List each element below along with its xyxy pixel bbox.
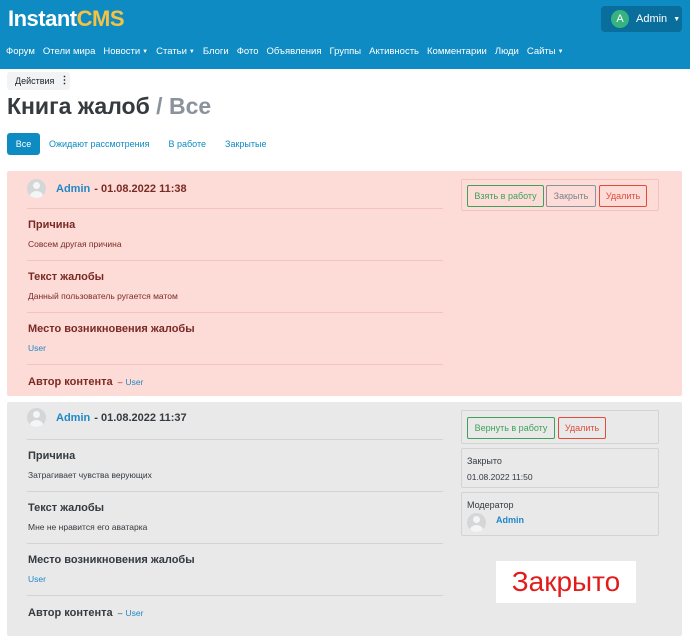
place-link[interactable]: User: [28, 343, 46, 353]
nav-item-ads[interactable]: Объявления: [267, 46, 322, 57]
delete-button[interactable]: Удалить: [599, 185, 647, 207]
reason-value: Совсем другая причина: [28, 239, 122, 249]
content-author-row: Автор контента – User: [28, 376, 144, 388]
avatar: [467, 513, 486, 532]
nav-item-label: Новости: [103, 46, 141, 57]
place-title: Место возникновения жалобы: [28, 323, 195, 335]
moderator-user: Admin: [467, 513, 524, 532]
content-author-title: Автор контента: [28, 607, 113, 619]
moderator-label: Модератор: [467, 500, 514, 510]
chevron-down-icon: ▼: [673, 15, 681, 23]
divider: [27, 595, 443, 596]
complaint-actions: Вернуть в работу Удалить: [461, 410, 659, 444]
nav-item-hotels[interactable]: Отели мира: [43, 46, 96, 57]
avatar: [27, 408, 46, 427]
complaint-text-title: Текст жалобы: [28, 271, 105, 283]
chevron-down-icon: ▼: [188, 49, 195, 55]
divider: [27, 364, 443, 365]
tab-closed[interactable]: Закрытые: [216, 133, 275, 155]
close-button[interactable]: Закрыть: [546, 185, 596, 207]
author-link[interactable]: Admin: [56, 412, 90, 424]
nav-item-forum[interactable]: Форум: [6, 46, 35, 57]
status-stamp: Закрыто: [496, 561, 636, 603]
nav-item-articles[interactable]: Статьи ▼: [156, 46, 195, 57]
actions-button[interactable]: Действия ⋮: [7, 72, 71, 90]
nav-item-comments[interactable]: Комментарии: [427, 46, 487, 57]
content-author-title: Автор контента: [28, 376, 113, 388]
take-to-work-button[interactable]: Взять в работу: [467, 185, 544, 207]
reason-title: Причина: [28, 219, 76, 231]
complaint-text-title: Текст жалобы: [28, 502, 105, 514]
main-nav: Форум Отели мира Новости ▼ Статьи ▼ Блоги …: [6, 46, 572, 57]
complaint-actions: Взять в работу Закрыть Удалить: [461, 179, 659, 211]
reopen-button[interactable]: Вернуть в работу: [467, 417, 555, 439]
chevron-down-icon: ▼: [557, 49, 564, 55]
logo-accent-text: CMS: [76, 6, 125, 31]
moderator-link[interactable]: Admin: [496, 515, 524, 525]
chevron-down-icon: ▼: [142, 49, 149, 55]
nav-item-label: Сайты: [526, 46, 556, 57]
moderator-info: Модератор Admin: [461, 492, 659, 536]
nav-item-label: Статьи: [156, 46, 187, 57]
tab-pending[interactable]: Ожидают рассмотрения: [40, 133, 159, 155]
nav-item-people[interactable]: Люди: [495, 46, 519, 57]
reason-value: Затрагивает чувства верующих: [28, 470, 152, 480]
complaint-header: Admin - 01.08.2022 11:38: [27, 179, 187, 198]
complaint-header: Admin - 01.08.2022 11:37: [27, 408, 187, 427]
filter-tabs: Все Ожидают рассмотрения В работе Закрыт…: [7, 133, 276, 155]
user-menu-button[interactable]: A Admin ▼: [601, 6, 682, 32]
closed-label: Закрыто: [467, 456, 502, 466]
place-link[interactable]: User: [28, 574, 46, 584]
reason-title: Причина: [28, 450, 76, 462]
avatar: [27, 179, 46, 198]
nav-item-groups[interactable]: Группы: [329, 46, 361, 57]
complaint-date: - 01.08.2022 11:37: [94, 411, 187, 424]
site-logo[interactable]: InstantCMS: [8, 6, 125, 32]
top-header: InstantCMS A Admin ▼ Форум Отели мира Но…: [0, 0, 690, 69]
divider: [27, 208, 443, 209]
content-author-separator: –: [117, 608, 123, 618]
complaint-card: Admin - 01.08.2022 11:38 Причина Совсем …: [7, 171, 682, 396]
author-link[interactable]: Admin: [56, 183, 90, 195]
actions-label: Действия: [15, 76, 55, 86]
logo-text: Instant: [8, 6, 77, 31]
nav-item-photo[interactable]: Фото: [237, 46, 259, 57]
tab-all[interactable]: Все: [7, 133, 40, 155]
nav-item-blogs[interactable]: Блоги: [203, 46, 229, 57]
avatar: A: [611, 10, 629, 28]
delete-button[interactable]: Удалить: [558, 417, 606, 439]
tab-in-progress[interactable]: В работе: [160, 133, 216, 155]
content-author-separator: –: [117, 377, 123, 387]
content-author-link[interactable]: User: [126, 608, 144, 618]
complaint-text-value: Мне не нравится его аватарка: [28, 522, 148, 532]
divider: [27, 491, 443, 492]
divider: [27, 260, 443, 261]
page-title: Книга жалоб / Все: [7, 93, 211, 120]
more-vertical-icon: ⋮: [59, 75, 70, 86]
nav-item-news[interactable]: Новости ▼: [103, 46, 148, 57]
title-separator: /: [156, 93, 163, 119]
complaint-text-value: Данный пользователь ругается матом: [28, 291, 178, 301]
page-title-sub: Все: [168, 93, 212, 119]
divider: [27, 312, 443, 313]
divider: [27, 439, 443, 440]
closed-info: Закрыто 01.08.2022 11:50: [461, 448, 659, 488]
page-title-main: Книга жалоб: [7, 93, 150, 119]
closed-date: 01.08.2022 11:50: [467, 472, 533, 482]
complaint-date: - 01.08.2022 11:38: [94, 182, 187, 195]
user-name: Admin: [636, 13, 668, 25]
divider: [27, 543, 443, 544]
content-author-link[interactable]: User: [126, 377, 144, 387]
content-author-row: Автор контента – User: [28, 607, 144, 619]
nav-item-sites[interactable]: Сайты ▼: [527, 46, 564, 57]
nav-item-activity[interactable]: Активность: [369, 46, 419, 57]
place-title: Место возникновения жалобы: [28, 554, 195, 566]
